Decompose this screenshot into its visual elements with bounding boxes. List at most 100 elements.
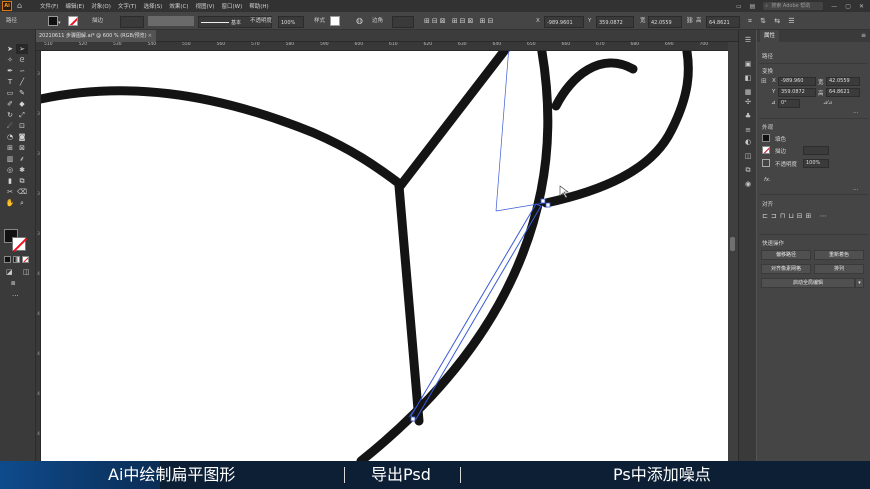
transform-icons[interactable]: ⌗ ⇅ ⇆ ☰ bbox=[748, 15, 798, 27]
direct-selection-tool-icon[interactable]: ➢ bbox=[16, 44, 28, 54]
libraries-icon[interactable]: ▣ bbox=[743, 60, 753, 69]
symbols-icon[interactable]: ♣ bbox=[743, 112, 753, 121]
symbol-sprayer-icon[interactable]: ✱ bbox=[16, 165, 28, 175]
live-paint-icon[interactable]: ◙ bbox=[16, 132, 28, 142]
appearance-fill-swatch[interactable] bbox=[762, 134, 770, 142]
blend-tool-icon[interactable]: ◎ bbox=[4, 165, 16, 175]
gradient-tool-icon[interactable]: ▥ bbox=[4, 154, 16, 164]
fx-button[interactable]: fx. bbox=[764, 177, 771, 183]
artboard-tool-icon[interactable]: ⧉ bbox=[16, 176, 28, 186]
menu-item[interactable]: 编辑(E) bbox=[65, 2, 84, 10]
w-field[interactable]: 42.0559 bbox=[648, 16, 682, 28]
recolor-icon[interactable]: ◍ bbox=[356, 15, 363, 27]
eyedropper-icon[interactable]: ⸙ bbox=[16, 154, 28, 164]
eraser-tool-icon[interactable]: ⌫ bbox=[16, 187, 28, 197]
x-field[interactable]: -989.960 bbox=[778, 77, 816, 86]
gradient-mode-icon[interactable] bbox=[13, 256, 20, 263]
artboard-canvas[interactable] bbox=[41, 51, 728, 461]
document-tab[interactable]: 20210611 步骤图解.ai* @ 600 % (RGB/预览) × bbox=[36, 30, 156, 42]
appearance-icon[interactable]: ◐ bbox=[743, 138, 753, 147]
stroke-swatch[interactable] bbox=[68, 16, 78, 26]
rotate-tool-icon[interactable]: ↻ bbox=[4, 110, 16, 120]
shape-builder-icon[interactable]: ◔ bbox=[4, 132, 16, 142]
reference-point-icon[interactable]: ⊞ bbox=[761, 77, 770, 86]
home-icon[interactable]: ⌂ bbox=[17, 1, 27, 11]
color-mode-icon[interactable] bbox=[4, 256, 11, 263]
menu-item[interactable]: 效果(C) bbox=[169, 2, 188, 10]
opacity-field[interactable]: 100% bbox=[278, 16, 304, 28]
none-mode-icon[interactable] bbox=[22, 256, 29, 263]
chevron-down-icon[interactable]: ▾ bbox=[855, 278, 864, 288]
horizontal-ruler[interactable]: 510 520 530 540 550 560 570 580 590 600 610 620 630 6… bbox=[36, 42, 728, 51]
swatches-icon[interactable]: ▦ bbox=[743, 88, 753, 97]
stroke-panel-icon[interactable]: ≡ bbox=[743, 126, 753, 135]
brushes-icon[interactable]: ✣ bbox=[743, 98, 753, 107]
appearance-stroke-swatch[interactable] bbox=[762, 146, 770, 154]
stroke-weight-field[interactable] bbox=[803, 146, 829, 155]
fill-swatch[interactable] bbox=[48, 16, 58, 26]
panel-menu-icon[interactable]: ≡ bbox=[861, 32, 866, 39]
workspace-icon[interactable]: ▤ bbox=[750, 3, 756, 10]
stroke-color-box[interactable] bbox=[12, 237, 26, 251]
free-transform-icon[interactable]: ⊡ bbox=[16, 121, 28, 131]
selection-tool-icon[interactable]: ➤ bbox=[4, 44, 16, 54]
angle-field[interactable]: 0° bbox=[778, 99, 800, 108]
menu-item[interactable]: 文字(T) bbox=[118, 2, 137, 10]
perspective-grid-icon[interactable]: ⊞ bbox=[4, 143, 16, 153]
menu-item[interactable]: 选择(S) bbox=[144, 2, 163, 10]
variable-width-field[interactable] bbox=[148, 16, 194, 26]
align-buttons-icons[interactable]: ⊏⊐⊓⊔⊟⊞ ⋯ bbox=[762, 212, 830, 220]
menu-item[interactable]: 文件(F) bbox=[40, 2, 58, 10]
pen-tool-icon[interactable]: ✒ bbox=[4, 66, 16, 76]
menu-item[interactable]: 帮助(H) bbox=[249, 2, 268, 10]
mesh-tool-icon[interactable]: ⊠ bbox=[16, 143, 28, 153]
w-field[interactable]: 42.0559 bbox=[826, 77, 860, 86]
properties-tab[interactable]: 属性 bbox=[760, 30, 780, 42]
asset-export-icon[interactable]: ◉ bbox=[743, 180, 753, 189]
close-tab-icon[interactable]: × bbox=[148, 30, 152, 42]
align-pixel-grid-button[interactable]: 对齐像素网格 bbox=[761, 264, 811, 274]
paintbrush-icon[interactable]: ✎ bbox=[16, 88, 28, 98]
y-field[interactable]: 359.0872 bbox=[778, 88, 816, 97]
arrange-docs-icon[interactable]: ▭ bbox=[736, 3, 742, 10]
lasso-icon[interactable]: ᘓ bbox=[16, 55, 28, 65]
artboards-icon[interactable]: ⧉ bbox=[743, 166, 753, 175]
properties-panel-icon[interactable]: ☰ bbox=[743, 36, 753, 45]
chevron-down-icon[interactable]: ▾ bbox=[58, 17, 61, 29]
global-edit-button[interactable]: 启动全局编辑 bbox=[761, 278, 855, 288]
help-search-input[interactable]: ⌕ 搜索 Adobe 帮助 bbox=[763, 2, 824, 10]
recolor-button[interactable]: 重新着色 bbox=[814, 250, 864, 260]
app-logo-icon[interactable]: Ai bbox=[2, 1, 12, 11]
eraser-icon[interactable]: ◆ bbox=[16, 99, 28, 109]
magic-wand-icon[interactable]: ✧ bbox=[4, 55, 16, 65]
menu-item[interactable]: 窗口(W) bbox=[222, 2, 243, 10]
shear-icon[interactable]: ⊿⁄⊿ bbox=[823, 100, 832, 106]
maximize-icon[interactable]: ▢ bbox=[845, 3, 851, 10]
link-icon[interactable]: ⛓ bbox=[686, 15, 694, 27]
column-graph-icon[interactable]: ▮ bbox=[4, 176, 16, 186]
align-icons[interactable]: ⊞⊟⊠ ⊞⊟⊠ ⊞⊟ bbox=[424, 15, 495, 27]
type-tool-icon[interactable]: T bbox=[4, 77, 16, 87]
line-tool-icon[interactable]: ╱ bbox=[16, 77, 28, 87]
vertical-scrollbar[interactable] bbox=[728, 42, 738, 461]
close-window-icon[interactable]: ✕ bbox=[859, 3, 864, 10]
offset-path-button[interactable]: 偏移路径 bbox=[761, 250, 811, 260]
menu-item[interactable]: 对象(O) bbox=[91, 2, 111, 10]
y-field[interactable]: 359.0872 bbox=[596, 16, 634, 28]
shaper-tool-icon[interactable]: ✐ bbox=[4, 99, 16, 109]
curvature-tool-icon[interactable]: ∽ bbox=[16, 66, 28, 76]
corner-field[interactable] bbox=[392, 16, 414, 28]
style-swatch[interactable] bbox=[330, 16, 340, 26]
color-panel-icon[interactable]: ◧ bbox=[743, 74, 753, 83]
hand-tool-icon[interactable]: ✋ bbox=[4, 198, 16, 208]
warp-tool-icon[interactable]: ☄ bbox=[4, 121, 16, 131]
x-field[interactable]: -989.9601 bbox=[544, 16, 584, 28]
h-field[interactable]: 64.8621 bbox=[706, 16, 740, 28]
opacity-field[interactable]: 100% bbox=[803, 159, 829, 168]
arrange-button[interactable]: 排列 bbox=[814, 264, 864, 274]
menu-item[interactable]: 视图(V) bbox=[195, 2, 214, 10]
draw-mode-icons[interactable]: ◪ ◫ bbox=[6, 268, 33, 276]
minimize-icon[interactable]: — bbox=[831, 3, 837, 10]
layers-icon[interactable]: ◫ bbox=[743, 152, 753, 161]
more-tools-icon[interactable]: ··· bbox=[12, 292, 19, 300]
